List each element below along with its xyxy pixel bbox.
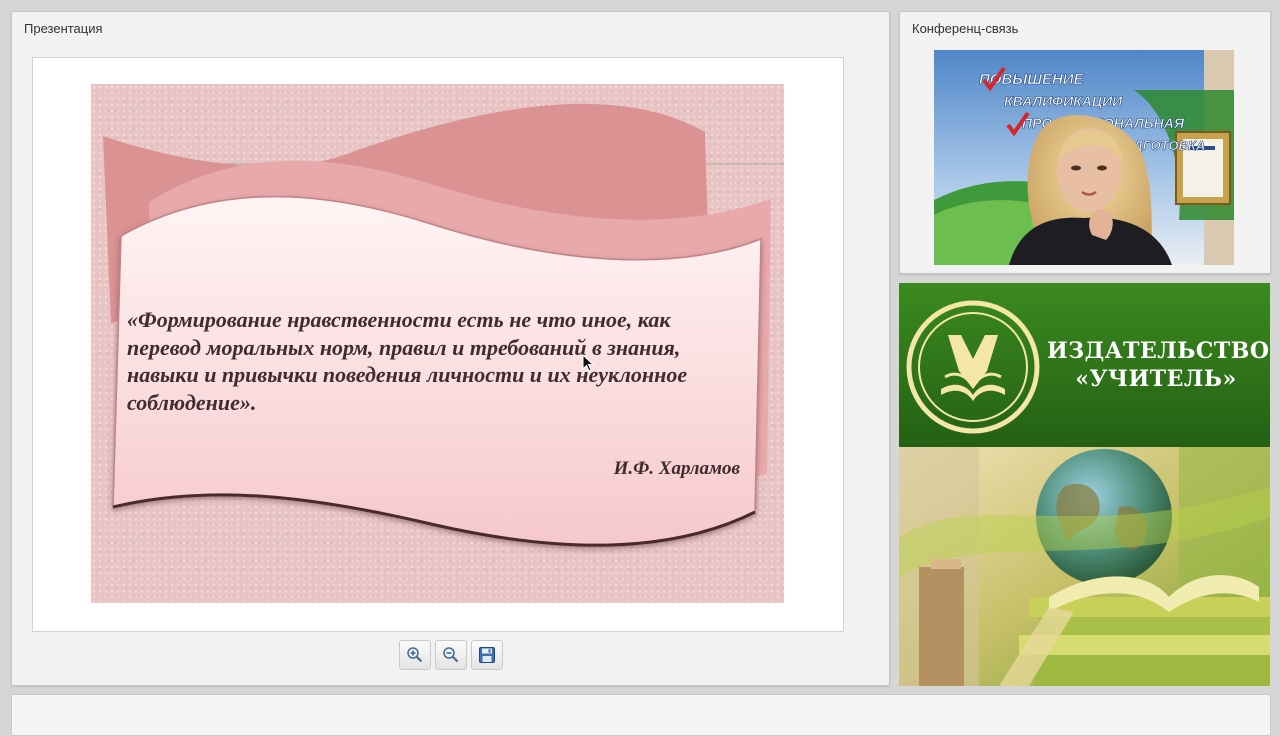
zoom-out-icon	[443, 647, 459, 663]
mouse-cursor-icon	[582, 354, 594, 372]
slide-toolbar	[399, 640, 503, 670]
books-globe-image	[899, 447, 1270, 686]
slide-frame: «Формирование нравственности есть не что…	[32, 57, 844, 632]
save-button[interactable]	[471, 640, 503, 670]
zoom-out-button[interactable]	[435, 640, 467, 670]
slide-author: И.Ф. Харламов	[613, 458, 740, 479]
publisher-header: ИЗДАТЕЛЬСТВО «УЧИТЕЛЬ»	[899, 283, 1270, 447]
save-icon	[479, 647, 495, 663]
publisher-name-line-1: ИЗДАТЕЛЬСТВО	[1047, 338, 1270, 364]
conference-panel-title: Конференц-связь	[912, 21, 1019, 36]
publisher-name: ИЗДАТЕЛЬСТВО «УЧИТЕЛЬ»	[1047, 337, 1270, 393]
bottom-panel	[11, 694, 1271, 736]
slide-quote: «Формирование нравственности есть не что…	[127, 307, 688, 415]
slide: «Формирование нравственности есть не что…	[91, 84, 784, 603]
video-frame: ПОВЫШЕНИЕ КВАЛИФИКАЦИИ ПРОФЕССИОНАЛЬНАЯ …	[934, 50, 1234, 265]
presentation-panel-title: Презентация	[24, 21, 103, 36]
publisher-logo-icon	[906, 300, 1040, 434]
video-feed[interactable]: ПОВЫШЕНИЕ КВАЛИФИКАЦИИ ПРОФЕССИОНАЛЬНАЯ …	[934, 50, 1234, 265]
conference-panel: Конференц-связь ПОВЫШЕНИЕ КВАЛИФИКАЦИИ П…	[899, 11, 1271, 274]
publisher-name-line-2: «УЧИТЕЛЬ»	[1075, 366, 1237, 392]
banner-line-2: КВАЛИФИКАЦИИ	[1004, 93, 1123, 109]
publisher-banner: ИЗДАТЕЛЬСТВО «УЧИТЕЛЬ»	[899, 283, 1270, 686]
zoom-in-icon	[407, 647, 423, 663]
zoom-in-button[interactable]	[399, 640, 431, 670]
presentation-panel: Презентация «Формирование нравственности…	[11, 11, 890, 686]
